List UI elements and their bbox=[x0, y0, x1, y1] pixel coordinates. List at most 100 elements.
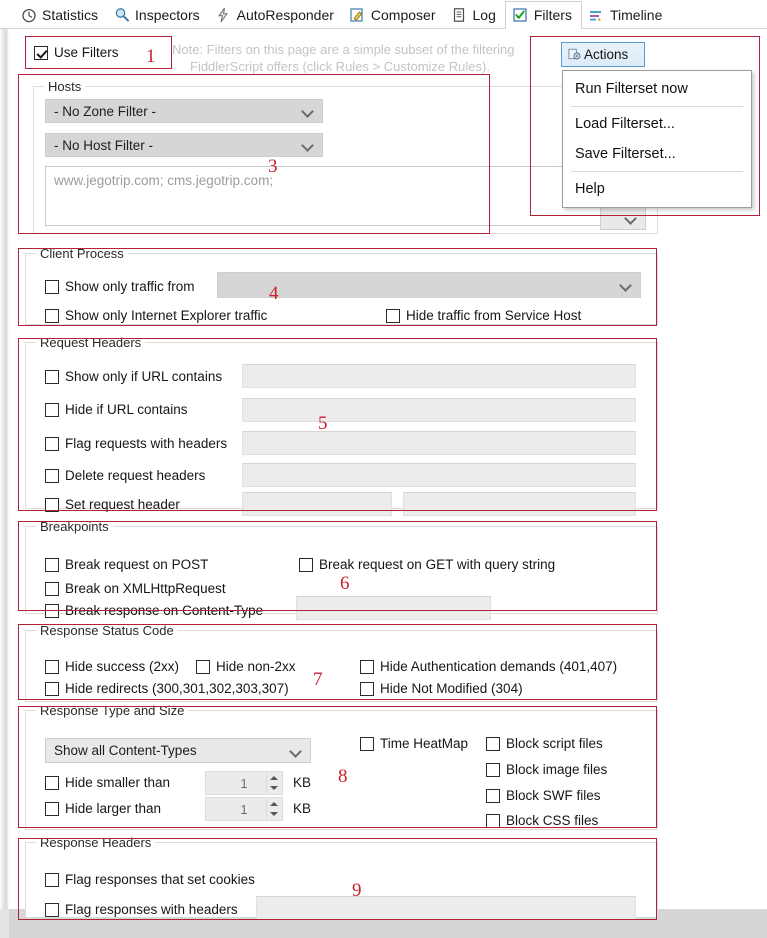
tab-label: Inspectors bbox=[135, 6, 200, 23]
stepper-down-icon[interactable] bbox=[267, 809, 281, 819]
use-filters-label: Use Filters bbox=[54, 45, 119, 61]
set-request-header-name-input[interactable] bbox=[242, 492, 392, 516]
stepper-buttons[interactable] bbox=[266, 773, 281, 793]
time-heatmap-checkbox[interactable]: Time HeatMap bbox=[360, 737, 468, 751]
hide-smaller-than-value: 1 bbox=[240, 775, 248, 791]
hide-if-url-contains-checkbox[interactable]: Hide if URL contains bbox=[45, 403, 188, 417]
tab-timeline[interactable]: Timeline bbox=[582, 1, 671, 28]
menu-separator bbox=[571, 171, 743, 172]
client-process-combo[interactable] bbox=[217, 272, 641, 298]
delete-request-headers-checkbox[interactable]: Delete request headers bbox=[45, 469, 205, 483]
stepper-buttons[interactable] bbox=[266, 799, 281, 819]
block-script-files-checkbox[interactable]: Block script files bbox=[486, 737, 603, 751]
break-request-on-post-checkbox[interactable]: Break request on POST bbox=[45, 558, 208, 572]
use-filters-checkbox[interactable]: Use Filters bbox=[34, 46, 119, 60]
hide-auth-demands-checkbox[interactable]: Hide Authentication demands (401,407) bbox=[360, 660, 617, 674]
menu-item-load-filterset[interactable]: Load Filterset... bbox=[563, 109, 751, 139]
break-response-on-content-type-checkbox[interactable]: Break response on Content-Type bbox=[45, 604, 263, 618]
tab-label: Filters bbox=[533, 7, 572, 23]
actions-button[interactable]: Actions bbox=[561, 42, 645, 67]
set-request-header-checkbox[interactable]: Set request header bbox=[45, 498, 180, 512]
hide-auth-demands-label: Hide Authentication demands (401,407) bbox=[380, 659, 618, 675]
hide-service-host-checkbox[interactable]: Hide traffic from Service Host bbox=[386, 309, 581, 323]
response-headers-legend: Response Headers bbox=[36, 835, 156, 850]
checkbox-box bbox=[486, 763, 500, 777]
stepper-down-icon[interactable] bbox=[267, 783, 281, 793]
hide-not-modified-checkbox[interactable]: Hide Not Modified (304) bbox=[360, 682, 523, 696]
break-response-content-type-input[interactable] bbox=[296, 596, 491, 620]
tab-autoresponder[interactable]: AutoResponder bbox=[209, 1, 343, 28]
flag-responses-with-headers-checkbox[interactable]: Flag responses with headers bbox=[45, 903, 238, 917]
hide-success-checkbox[interactable]: Hide success (2xx) bbox=[45, 660, 179, 674]
stepper-up-icon[interactable] bbox=[267, 799, 281, 809]
tab-log[interactable]: Log bbox=[445, 1, 505, 28]
flag-requests-with-headers-checkbox[interactable]: Flag requests with headers bbox=[45, 437, 227, 451]
chevron-down-icon bbox=[291, 746, 301, 756]
show-only-if-url-contains-input[interactable] bbox=[242, 364, 636, 388]
hide-larger-than-stepper[interactable]: 1 bbox=[205, 797, 283, 821]
block-image-files-checkbox[interactable]: Block image files bbox=[486, 763, 607, 777]
block-css-files-checkbox[interactable]: Block CSS files bbox=[486, 814, 598, 828]
tab-label: Statistics bbox=[42, 6, 99, 23]
host-list-textarea[interactable]: www.jegotrip.com; cms.jegotrip.com; bbox=[45, 166, 645, 226]
checkbox-box bbox=[486, 814, 500, 828]
block-swf-files-label: Block SWF files bbox=[506, 788, 601, 804]
hide-smaller-than-checkbox[interactable]: Hide smaller than bbox=[45, 776, 170, 790]
break-request-on-get-qs-checkbox[interactable]: Break request on GET with query string bbox=[299, 558, 555, 572]
checkbox-box bbox=[45, 582, 59, 596]
host-filter-combo[interactable]: - No Host Filter - bbox=[45, 133, 323, 157]
menu-item-save-filterset[interactable]: Save Filterset... bbox=[563, 139, 751, 169]
block-swf-files-checkbox[interactable]: Block SWF files bbox=[486, 789, 601, 803]
tab-label: Log bbox=[472, 6, 496, 23]
menu-item-help[interactable]: Help bbox=[563, 174, 751, 204]
tab-inspectors[interactable]: Inspectors bbox=[107, 1, 209, 28]
hide-redirects-checkbox[interactable]: Hide redirects (300,301,302,303,307) bbox=[45, 682, 289, 696]
checkbox-box bbox=[486, 737, 500, 751]
flag-responses-with-headers-input[interactable] bbox=[256, 896, 636, 920]
magnifier-icon bbox=[113, 6, 130, 23]
client-process-legend: Client Process bbox=[36, 246, 128, 261]
flag-requests-with-headers-input[interactable] bbox=[242, 431, 636, 455]
hide-non-2xx-checkbox[interactable]: Hide non-2xx bbox=[196, 660, 296, 674]
block-css-files-label: Block CSS files bbox=[506, 813, 599, 829]
zone-filter-combo[interactable]: - No Zone Filter - bbox=[45, 99, 323, 123]
content-type-combo[interactable]: Show all Content-Types bbox=[45, 738, 311, 763]
checkbox-box bbox=[299, 558, 313, 572]
menu-separator bbox=[571, 106, 743, 107]
block-script-files-label: Block script files bbox=[506, 736, 603, 752]
tab-label: Timeline bbox=[609, 6, 663, 23]
hosts-overflow-combo[interactable] bbox=[600, 205, 646, 230]
request-headers-legend: Request Headers bbox=[36, 335, 146, 350]
hide-larger-than-checkbox[interactable]: Hide larger than bbox=[45, 802, 161, 816]
hosts-legend: Hosts bbox=[44, 79, 86, 94]
show-only-traffic-from-checkbox[interactable]: Show only traffic from bbox=[45, 280, 195, 294]
break-on-xmlhttprequest-label: Break on XMLHttpRequest bbox=[65, 581, 226, 597]
tab-filters[interactable]: Filters bbox=[504, 1, 582, 29]
bottom-strip-corner bbox=[0, 909, 9, 938]
checkbox-box bbox=[45, 309, 59, 323]
stepper-up-icon[interactable] bbox=[267, 773, 281, 783]
flag-responses-set-cookies-checkbox[interactable]: Flag responses that set cookies bbox=[45, 873, 255, 887]
tab-composer[interactable]: Composer bbox=[343, 1, 445, 28]
show-only-if-url-contains-checkbox[interactable]: Show only if URL contains bbox=[45, 370, 222, 384]
filters-note-line2: FiddlerScript offers (click Rules > Cust… bbox=[190, 59, 490, 74]
hide-larger-than-unit: KB bbox=[293, 801, 312, 816]
menu-item-run-filterset[interactable]: Run Filterset now bbox=[563, 74, 751, 104]
break-on-xmlhttprequest-checkbox[interactable]: Break on XMLHttpRequest bbox=[45, 582, 226, 596]
tab-statistics[interactable]: Statistics bbox=[14, 1, 107, 28]
show-only-ie-traffic-checkbox[interactable]: Show only Internet Explorer traffic bbox=[45, 309, 267, 323]
break-request-on-get-qs-label: Break request on GET with query string bbox=[319, 557, 556, 573]
delete-request-headers-input[interactable] bbox=[242, 463, 636, 487]
green-check-icon bbox=[512, 7, 529, 24]
checkbox-box bbox=[486, 789, 500, 803]
actions-dropdown-menu[interactable]: Run Filterset now Load Filterset... Save… bbox=[562, 70, 752, 208]
hide-if-url-contains-input[interactable] bbox=[242, 398, 636, 422]
hide-success-label: Hide success (2xx) bbox=[65, 659, 180, 675]
host-list-placeholder: www.jegotrip.com; cms.jegotrip.com; bbox=[54, 173, 274, 188]
hide-smaller-than-stepper[interactable]: 1 bbox=[205, 771, 283, 795]
host-filter-value: - No Host Filter - bbox=[54, 137, 154, 153]
set-request-header-value-input[interactable] bbox=[403, 492, 636, 516]
compose-pencil-icon bbox=[349, 6, 366, 23]
main-tabstrip: Statistics Inspectors AutoResponder Comp… bbox=[0, 0, 767, 29]
chevron-down-icon bbox=[303, 106, 313, 116]
